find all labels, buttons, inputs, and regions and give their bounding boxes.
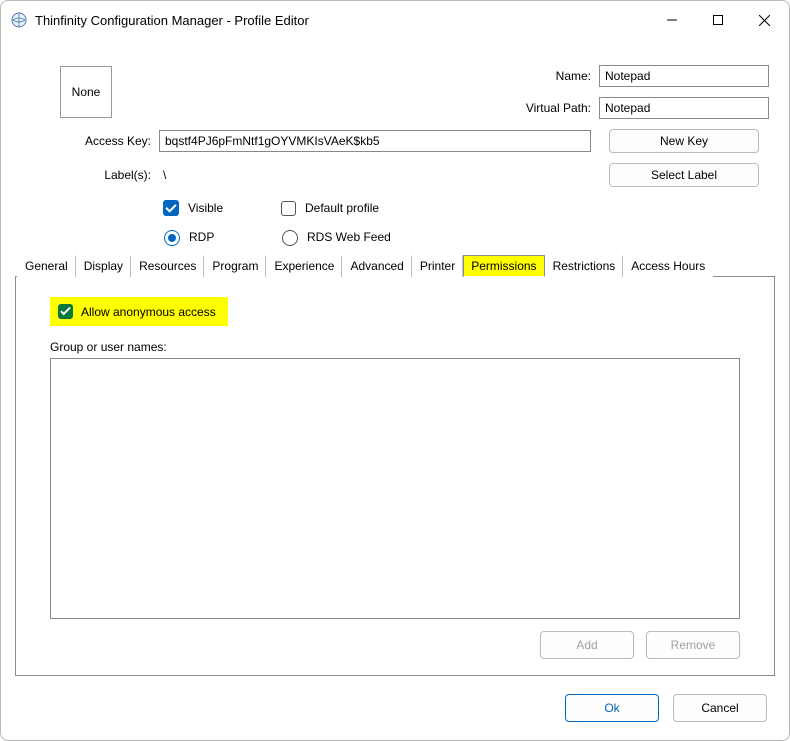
allow-anonymous-highlight: Allow anonymous access (50, 297, 228, 326)
dialog-window: Thinfinity Configuration Manager - Profi… (0, 0, 790, 741)
visible-label: Visible (188, 201, 223, 215)
cancel-button[interactable]: Cancel (673, 694, 767, 722)
labels-value: \ (159, 168, 591, 182)
titlebar: Thinfinity Configuration Manager - Profi… (1, 1, 789, 39)
allow-anonymous-label: Allow anonymous access (81, 305, 216, 319)
dialog-buttons: Ok Cancel (15, 676, 775, 726)
virtual-path-label: Virtual Path: (159, 101, 591, 115)
permissions-buttons: Add Remove (50, 631, 740, 659)
select-label-button[interactable]: Select Label (609, 163, 759, 187)
rds-radio[interactable] (282, 230, 298, 246)
remove-button[interactable]: Remove (646, 631, 740, 659)
rds-label: RDS Web Feed (307, 230, 391, 244)
tab-experience[interactable]: Experience (266, 255, 342, 277)
group-user-names-label: Group or user names: (50, 340, 740, 354)
default-profile-label: Default profile (305, 201, 379, 215)
form-area: Name: None Virtual Path: Access Key: New… (15, 47, 775, 187)
rdp-radio[interactable] (164, 230, 180, 246)
rdp-label: RDP (189, 230, 214, 244)
tab-general[interactable]: General (17, 255, 76, 277)
add-button[interactable]: Add (540, 631, 634, 659)
ok-button[interactable]: Ok (565, 694, 659, 722)
name-input[interactable] (599, 65, 769, 87)
dialog-content: Name: None Virtual Path: Access Key: New… (1, 39, 789, 740)
profile-icon-box[interactable]: None (60, 66, 112, 118)
window-controls (649, 4, 787, 36)
tab-printer[interactable]: Printer (412, 255, 463, 277)
tab-advanced[interactable]: Advanced (342, 255, 411, 277)
tab-restrictions[interactable]: Restrictions (545, 255, 624, 277)
access-key-label: Access Key: (21, 134, 151, 148)
close-button[interactable] (741, 4, 787, 36)
labels-label: Label(s): (21, 168, 151, 182)
maximize-button[interactable] (695, 4, 741, 36)
minimize-button[interactable] (649, 4, 695, 36)
tab-display[interactable]: Display (76, 255, 131, 277)
permissions-panel: Allow anonymous access Group or user nam… (15, 277, 775, 676)
tab-program[interactable]: Program (204, 255, 266, 277)
tab-permissions[interactable]: Permissions (463, 255, 544, 277)
tab-access-hours[interactable]: Access Hours (623, 255, 713, 277)
options-row: Visible Default profile RDP RDS Web Feed (15, 187, 775, 252)
virtual-path-input[interactable] (599, 97, 769, 119)
tab-strip: General Display Resources Program Experi… (15, 254, 775, 277)
tab-resources[interactable]: Resources (131, 255, 204, 277)
app-icon (11, 12, 27, 28)
access-key-input[interactable] (159, 130, 591, 152)
new-key-button[interactable]: New Key (609, 129, 759, 153)
window-title: Thinfinity Configuration Manager - Profi… (35, 13, 649, 28)
allow-anonymous-checkbox[interactable] (58, 304, 73, 319)
default-profile-checkbox[interactable] (281, 201, 296, 216)
visible-checkbox[interactable] (163, 200, 179, 216)
group-user-names-listbox[interactable] (50, 358, 740, 619)
name-label: Name: (159, 69, 591, 83)
